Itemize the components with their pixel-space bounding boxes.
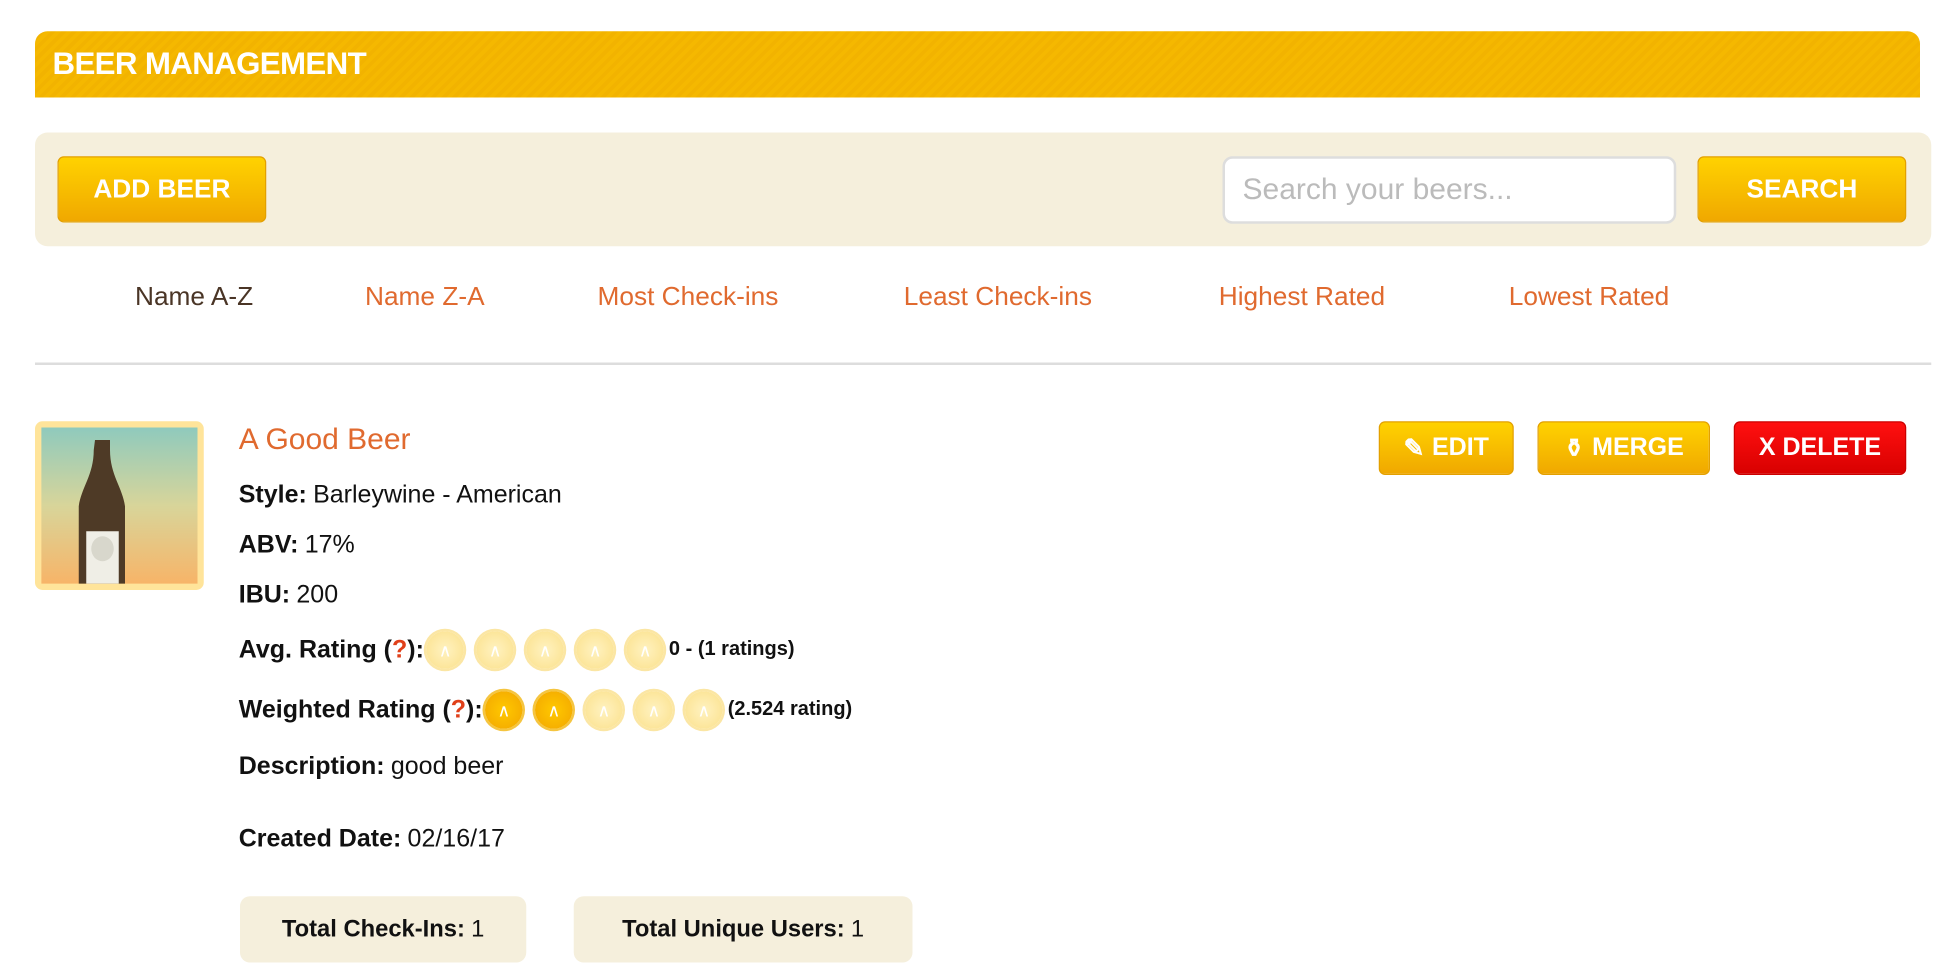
description-row: Description: good beer (239, 753, 504, 782)
bottle-cap-icon: ∧ (476, 631, 514, 669)
style-row: Style: Barleywine - American (239, 481, 562, 510)
pencil-icon: ✎ (1403, 435, 1425, 463)
abv-row: ABV: 17% (239, 531, 355, 560)
merge-button[interactable]: ⚱ MERGE (1537, 421, 1710, 475)
sort-lowest-rated[interactable]: Lowest Rated (1509, 283, 1670, 313)
toolbar: ADD BEER SEARCH (35, 132, 1932, 247)
avg-rating-caps: ∧ ∧ ∧ ∧ ∧ (426, 631, 676, 669)
total-checkins-badge: Total Check-Ins: 1 (240, 896, 527, 963)
avg-rating-row: Avg. Rating (?): ∧ ∧ ∧ ∧ ∧ 0 - (1 ratings) (239, 631, 795, 669)
checkins-label: Total Check-Ins: (281, 915, 465, 942)
beer-image[interactable] (35, 421, 204, 590)
ibu-row: IBU: 200 (239, 581, 338, 610)
ibu-label: IBU: (238, 581, 291, 609)
label-suffix: ): (407, 635, 424, 664)
weighted-rating-text: (2.524 rating) (727, 698, 853, 720)
add-beer-button[interactable]: ADD BEER (57, 156, 267, 223)
sort-least-checkins[interactable]: Least Check-ins (904, 283, 1092, 313)
edit-button[interactable]: ✎ EDIT (1378, 421, 1514, 475)
delete-button[interactable]: X DELETE (1733, 421, 1907, 475)
merge-label: MERGE (1592, 433, 1684, 462)
bottle-cap-icon: ∧ (635, 691, 673, 729)
search-button[interactable]: SEARCH (1697, 156, 1907, 223)
edit-label: EDIT (1431, 433, 1489, 462)
created-row: Created Date: 02/16/17 (239, 825, 505, 854)
weighted-rating-row: Weighted Rating (?): ∧ ∧ ∧ ∧ ∧ (2.524 rating… (239, 691, 852, 729)
bottle-cap-icon: ∧ (485, 691, 523, 729)
bottles-icon: ⚱ (1563, 435, 1585, 463)
weighted-rating-caps: ∧ ∧ ∧ ∧ ∧ (485, 691, 735, 729)
beer-name-link[interactable]: A Good Beer (239, 423, 411, 458)
label-suffix: ): (466, 695, 483, 724)
bottle-cap-icon: ∧ (576, 631, 614, 669)
abv-value: 17% (304, 531, 355, 559)
created-label: Created Date: (238, 825, 402, 853)
avg-rating-text: 0 - (1 ratings) (668, 638, 795, 660)
sort-most-checkins[interactable]: Most Check-ins (598, 283, 779, 313)
page-title: BEER MANAGEMENT (52, 46, 367, 82)
sort-name-za[interactable]: Name Z-A (365, 283, 485, 313)
sort-highest-rated[interactable]: Highest Rated (1219, 283, 1385, 313)
description-label: Description: (238, 752, 385, 781)
checkins-value: 1 (471, 915, 485, 942)
weighted-rating-label: Weighted Rating ( (238, 695, 451, 724)
ibu-value: 200 (296, 581, 339, 609)
abv-label: ABV: (238, 531, 299, 559)
avg-rating-help-icon[interactable]: ? (392, 636, 407, 664)
divider (35, 362, 1932, 365)
bottle-cap-icon: ∧ (685, 691, 723, 729)
users-label: Total Unique Users: (622, 915, 845, 942)
bottle-cap-icon: ∧ (585, 691, 623, 729)
search-input[interactable] (1222, 156, 1677, 224)
style-value: Barleywine - American (313, 481, 562, 509)
bottle-cap-icon: ∧ (535, 691, 573, 729)
page-header: BEER MANAGEMENT (35, 31, 1920, 98)
weighted-rating-help-icon[interactable]: ? (451, 696, 466, 724)
description-value: good beer (390, 752, 504, 781)
bottle-cap-icon: ∧ (626, 631, 664, 669)
users-value: 1 (850, 915, 865, 942)
bottle-cap-icon: ∧ (526, 631, 564, 669)
avg-rating-label: Avg. Rating ( (238, 635, 392, 664)
style-label: Style: (238, 481, 307, 509)
total-users-badge: Total Unique Users: 1 (573, 896, 913, 963)
bottle-cap-icon: ∧ (426, 631, 464, 669)
sort-name-az[interactable]: Name A-Z (135, 283, 253, 313)
created-value: 02/16/17 (407, 825, 505, 853)
